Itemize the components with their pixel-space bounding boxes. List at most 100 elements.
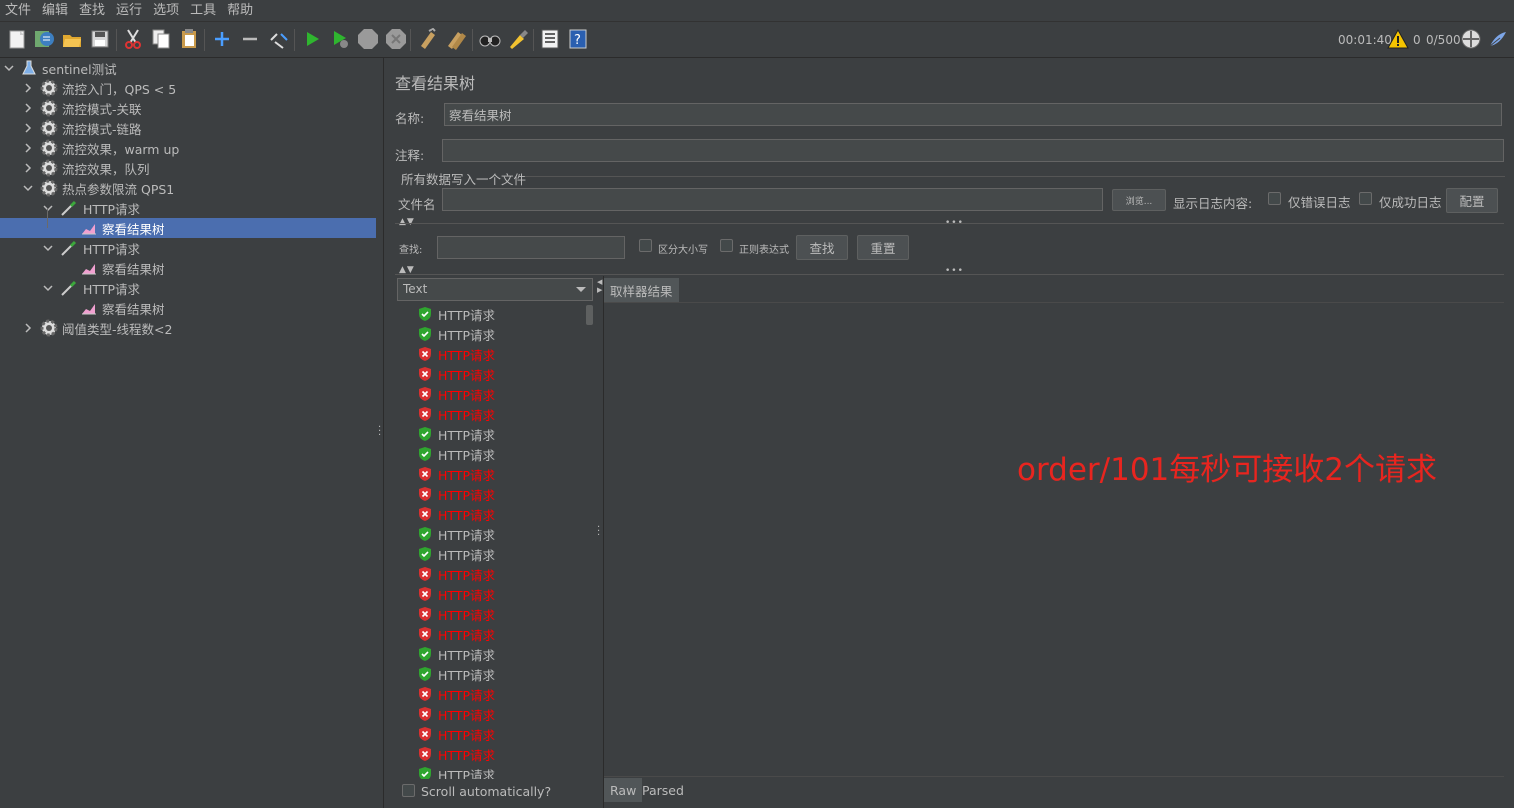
- save-icon[interactable]: [88, 27, 112, 51]
- chevron-right-icon[interactable]: [22, 82, 34, 94]
- open-icon[interactable]: [60, 27, 84, 51]
- tree-item-thread-group[interactable]: 流控效果，队列: [0, 158, 376, 178]
- menu-tools[interactable]: 工具: [185, 0, 222, 22]
- name-field[interactable]: [444, 103, 1502, 126]
- tab-sampler-result[interactable]: 取样器结果: [604, 278, 679, 302]
- result-item[interactable]: HTTP请求: [417, 424, 495, 444]
- results-list[interactable]: HTTP请求 HTTP请求 HTTP请求 HTTP请求 HTTP请求 HTTP请求 HTTP…: [395, 304, 595, 779]
- stop-icon[interactable]: [356, 27, 380, 51]
- reset-search-icon[interactable]: [506, 27, 530, 51]
- shutdown-icon[interactable]: [384, 27, 408, 51]
- main-splitter[interactable]: · · ·: [376, 58, 384, 808]
- menu-help[interactable]: 帮助: [222, 0, 259, 22]
- help-icon[interactable]: ?: [566, 27, 590, 51]
- result-item[interactable]: HTTP请求: [417, 724, 495, 744]
- chevron-down-icon[interactable]: [3, 62, 15, 74]
- collapse-arrows-icon[interactable]: ◀ ▶: [597, 278, 602, 294]
- result-item[interactable]: HTTP请求: [417, 604, 495, 624]
- result-item[interactable]: HTTP请求: [417, 344, 495, 364]
- menu-search[interactable]: 查找: [74, 0, 111, 22]
- remote-status-icon[interactable]: [1459, 27, 1483, 51]
- scroll-auto-checkbox[interactable]: [402, 784, 415, 797]
- result-item[interactable]: HTTP请求: [417, 484, 495, 504]
- feather-icon[interactable]: [1486, 27, 1510, 51]
- results-splitter[interactable]: ◀ ▶ · · ·: [595, 276, 604, 808]
- search-input[interactable]: [437, 236, 625, 259]
- copy-icon[interactable]: [149, 27, 173, 51]
- chevron-right-icon[interactable]: [22, 122, 34, 134]
- expand-icon[interactable]: [210, 27, 234, 51]
- toggle-icon[interactable]: [266, 27, 290, 51]
- comment-field[interactable]: [442, 139, 1504, 162]
- result-item[interactable]: HTTP请求: [417, 304, 495, 324]
- result-item[interactable]: HTTP请求: [417, 624, 495, 644]
- result-item[interactable]: HTTP请求: [417, 364, 495, 384]
- tree-root[interactable]: sentinel测试: [0, 58, 376, 78]
- result-item[interactable]: HTTP请求: [417, 504, 495, 524]
- tree-item-thread-group[interactable]: 阈值类型-线程数<2: [0, 318, 376, 338]
- result-item[interactable]: HTTP请求: [417, 644, 495, 664]
- result-item[interactable]: HTTP请求: [417, 664, 495, 684]
- tree-item-view-results[interactable]: 察看结果树: [0, 218, 376, 238]
- tree-item-thread-group[interactable]: 热点参数限流 QPS1: [0, 178, 376, 198]
- result-item[interactable]: HTTP请求: [417, 384, 495, 404]
- chevron-right-icon[interactable]: [22, 142, 34, 154]
- cut-icon[interactable]: [121, 27, 145, 51]
- result-item[interactable]: HTTP请求: [417, 524, 495, 544]
- case-sensitive-checkbox[interactable]: [639, 239, 652, 252]
- tree-item-http-request[interactable]: HTTP请求: [0, 238, 376, 258]
- result-item[interactable]: HTTP请求: [417, 584, 495, 604]
- tree-item-http-request[interactable]: HTTP请求: [0, 278, 376, 298]
- splitter-grip[interactable]: •••: [945, 218, 964, 228]
- result-item[interactable]: HTTP请求: [417, 684, 495, 704]
- splitter-grip[interactable]: •••: [945, 266, 964, 276]
- result-item[interactable]: HTTP请求: [417, 744, 495, 764]
- chevron-down-icon[interactable]: [22, 182, 34, 194]
- renderer-select[interactable]: Text: [397, 278, 593, 301]
- tree-item-view-results[interactable]: 察看结果树: [0, 258, 376, 278]
- find-button[interactable]: 查找: [796, 235, 848, 260]
- templates-icon[interactable]: [32, 27, 56, 51]
- tree-item-http-request[interactable]: HTTP请求: [0, 198, 376, 218]
- clear-icon[interactable]: [416, 27, 440, 51]
- chevron-down-icon[interactable]: [42, 202, 54, 214]
- menu-edit[interactable]: 编辑: [37, 0, 74, 22]
- chevron-right-icon[interactable]: [22, 162, 34, 174]
- menu-file[interactable]: 文件: [0, 0, 37, 22]
- result-item[interactable]: HTTP请求: [417, 464, 495, 484]
- warning-icon[interactable]: [1386, 27, 1410, 51]
- chevron-down-icon[interactable]: [42, 242, 54, 254]
- result-item[interactable]: HTTP请求: [417, 764, 495, 779]
- new-icon[interactable]: [5, 27, 29, 51]
- scrollbar-thumb[interactable]: [586, 305, 593, 325]
- function-helper-icon[interactable]: [538, 27, 562, 51]
- tab-parsed[interactable]: Parsed: [636, 778, 690, 802]
- collapse-arrows-icon[interactable]: ▲▼: [399, 217, 415, 227]
- tree-item-thread-group[interactable]: 流控效果，warm up: [0, 138, 376, 158]
- collapse-icon[interactable]: [238, 27, 262, 51]
- tree-item-thread-group[interactable]: 流控入门，QPS < 5: [0, 78, 376, 98]
- tree-item-thread-group[interactable]: 流控模式-链路: [0, 118, 376, 138]
- success-only-checkbox[interactable]: [1359, 192, 1372, 205]
- result-item[interactable]: HTTP请求: [417, 544, 495, 564]
- result-item[interactable]: HTTP请求: [417, 564, 495, 584]
- chevron-right-icon[interactable]: [22, 322, 34, 334]
- result-item[interactable]: HTTP请求: [417, 324, 495, 344]
- results-scrollbar[interactable]: [585, 304, 594, 779]
- start-icon[interactable]: [300, 27, 324, 51]
- configure-button[interactable]: 配置: [1446, 188, 1498, 213]
- splitter-grip[interactable]: · · ·: [378, 423, 381, 441]
- reset-button[interactable]: 重置: [857, 235, 909, 260]
- tree-item-thread-group[interactable]: 流控模式-关联: [0, 98, 376, 118]
- result-item[interactable]: HTTP请求: [417, 404, 495, 424]
- splitter-grip[interactable]: · · ·: [597, 523, 600, 541]
- result-item[interactable]: HTTP请求: [417, 704, 495, 724]
- regex-checkbox[interactable]: [720, 239, 733, 252]
- search-icon[interactable]: [478, 27, 502, 51]
- clear-all-icon[interactable]: [444, 27, 468, 51]
- start-no-pause-icon[interactable]: [328, 27, 352, 51]
- chevron-down-icon[interactable]: [42, 282, 54, 294]
- tree-item-view-results[interactable]: 察看结果树: [0, 298, 376, 318]
- menu-options[interactable]: 选项: [148, 0, 185, 22]
- paste-icon[interactable]: [177, 27, 201, 51]
